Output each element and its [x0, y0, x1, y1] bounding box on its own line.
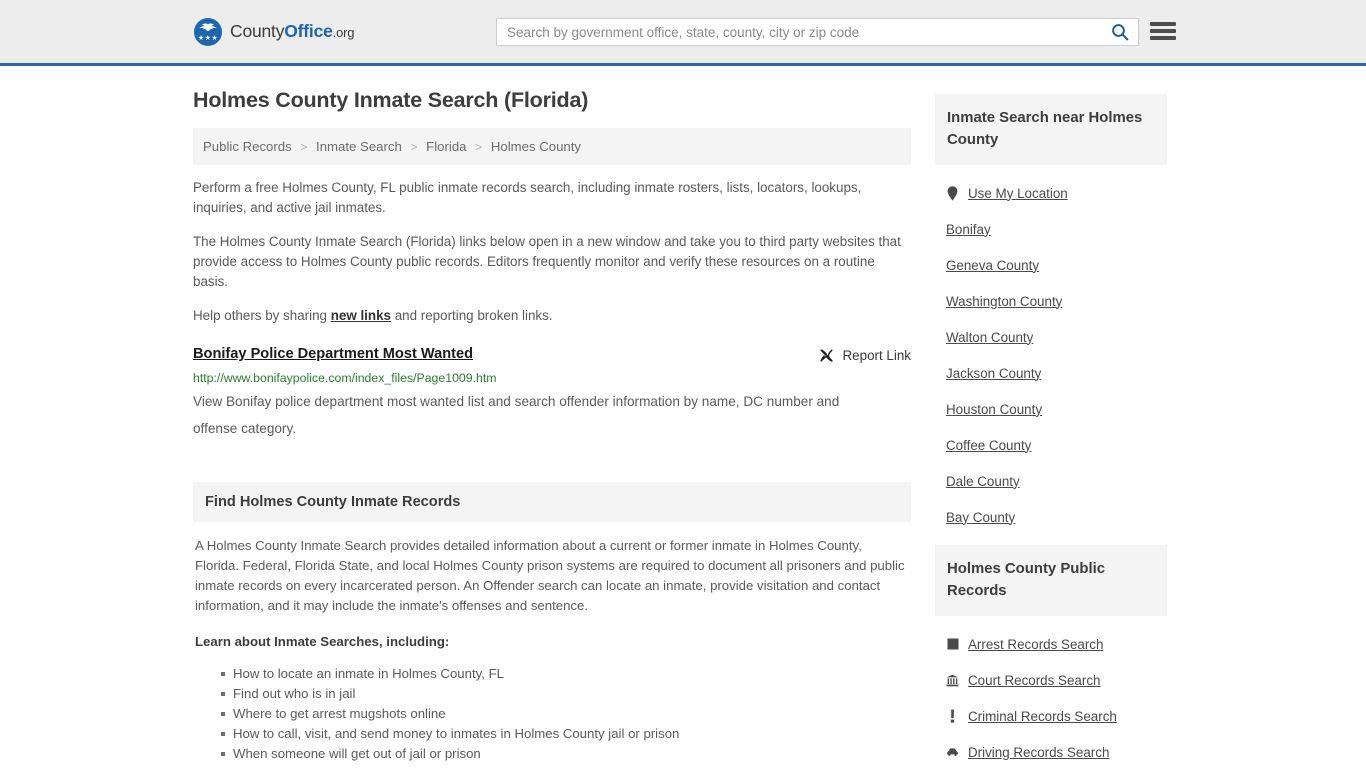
hamburger-menu-icon[interactable]: [1150, 20, 1176, 42]
new-links-link[interactable]: new links: [331, 308, 391, 323]
nearby-list: Use My Location Bonifay Geneva County Wa…: [935, 165, 1167, 535]
intro-paragraph-2: The Holmes County Inmate Search (Florida…: [193, 234, 901, 289]
sidebar-item-label[interactable]: Dale County: [946, 474, 1020, 489]
fingerprint-icon: [946, 636, 959, 652]
hamburger-bar: [1150, 29, 1176, 33]
hamburger-bar: [1150, 36, 1176, 40]
list-item: Where to get arrest mugshots online: [221, 704, 909, 724]
section-list-heading: Learn about Inmate Searches, including:: [195, 634, 450, 649]
breadcrumb-item-holmes-county[interactable]: Holmes County: [491, 139, 581, 154]
sidebar-item-walton-county[interactable]: Walton County: [935, 319, 1167, 355]
share-prefix: Help others by sharing: [193, 308, 331, 323]
list-item: Find out who is in jail: [221, 684, 909, 704]
sidebar-item-label[interactable]: Bay County: [946, 510, 1015, 525]
breadcrumb-item-public-records[interactable]: Public Records: [203, 139, 292, 154]
broken-link-icon: [819, 349, 833, 362]
sidebar-item-houston-county[interactable]: Houston County: [935, 391, 1167, 427]
sidebar-item-washington-county[interactable]: Washington County: [935, 283, 1167, 319]
site-logo[interactable]: ★★★ CountyOffice.org: [194, 17, 354, 46]
result-title-link[interactable]: Bonifay Police Department Most Wanted: [193, 346, 473, 362]
search-icon: [1112, 24, 1129, 41]
sidebar-item-label[interactable]: Geneva County: [946, 258, 1039, 273]
list-item: How to call, visit, and send money to in…: [221, 724, 909, 744]
intro-paragraph-1: Perform a free Holmes County, FL public …: [193, 180, 862, 215]
sidebar-item-dale-county[interactable]: Dale County: [935, 463, 1167, 499]
sidebar-item-label[interactable]: Court Records Search: [968, 673, 1100, 688]
sidebar-item-court-records-search[interactable]: Court Records Search: [935, 662, 1167, 698]
sidebar-item-bay-county[interactable]: Bay County: [935, 499, 1167, 535]
breadcrumb-item-florida[interactable]: Florida: [426, 139, 466, 154]
link-result: Bonifay Police Department Most Wanted Re…: [193, 346, 911, 442]
breadcrumb-item-inmate-search[interactable]: Inmate Search: [316, 139, 402, 154]
share-suffix: and reporting broken links.: [390, 308, 553, 323]
report-link-label: Report Link: [842, 348, 911, 363]
inmate-search-topics-list: How to locate an inmate in Holmes County…: [195, 664, 909, 764]
sidebar-item-label[interactable]: Coffee County: [946, 438, 1031, 453]
sidebar-item-coffee-county[interactable]: Coffee County: [935, 427, 1167, 463]
result-description: View Bonifay police department most want…: [193, 394, 840, 436]
sidebar-item-label[interactable]: Driving Records Search: [968, 745, 1109, 760]
sidebar-item-label[interactable]: Jackson County: [946, 366, 1041, 381]
sidebar-item-bonifay[interactable]: Bonifay: [935, 211, 1167, 247]
page-title: Holmes County Inmate Search (Florida): [193, 88, 589, 112]
search-bar[interactable]: [496, 18, 1139, 46]
eagle-shield-icon: ★★★: [194, 17, 222, 46]
sidebar-item-geneva-county[interactable]: Geneva County: [935, 247, 1167, 283]
sidebar-item-arrest-records-search[interactable]: Arrest Records Search: [935, 626, 1167, 662]
page-container: Holmes County Inmate Search (Florida) Pu…: [193, 66, 1173, 780]
logo-text-org: .org: [332, 25, 355, 40]
report-link-button[interactable]: Report Link: [818, 346, 911, 364]
intro-text: Perform a free Holmes County, FL public …: [193, 178, 911, 326]
courthouse-icon: [946, 672, 959, 688]
sidebar-item-label[interactable]: Houston County: [946, 402, 1042, 417]
sidebar-item-criminal-records-search[interactable]: Criminal Records Search: [935, 698, 1167, 734]
nearby-inmate-search-card: Inmate Search near Holmes County Use My …: [935, 94, 1167, 535]
nearby-heading: Inmate Search near Holmes County: [935, 94, 1167, 165]
public-records-card: Holmes County Public Records Arrest Reco…: [935, 545, 1167, 770]
sidebar-item-use-my-location[interactable]: Use My Location: [935, 175, 1167, 211]
logo-text-office: Office: [284, 21, 333, 41]
stars-glyph: ★★★: [197, 34, 219, 42]
public-records-heading: Holmes County Public Records: [935, 545, 1167, 616]
exclamation-icon: [946, 708, 959, 724]
section-paragraph: A Holmes County Inmate Search provides d…: [195, 538, 905, 613]
sidebar-item-driving-records-search[interactable]: Driving Records Search: [935, 734, 1167, 770]
sidebar-item-label[interactable]: Bonifay: [946, 222, 991, 237]
hamburger-bar: [1150, 22, 1176, 26]
breadcrumb-separator: >: [300, 140, 308, 154]
sidebar-item-label[interactable]: Walton County: [946, 330, 1033, 345]
main-column: Holmes County Inmate Search (Florida) Pu…: [193, 88, 911, 764]
site-header: ★★★ CountyOffice.org: [0, 0, 1366, 66]
list-item: How to locate an inmate in Holmes County…: [221, 664, 909, 684]
logo-text-county: County: [230, 21, 285, 41]
sidebar-item-jackson-county[interactable]: Jackson County: [935, 355, 1167, 391]
search-input[interactable]: [497, 19, 1102, 45]
sidebar-item-label[interactable]: Arrest Records Search: [968, 637, 1103, 652]
sidebar-item-label[interactable]: Washington County: [946, 294, 1062, 309]
sidebar-item-label[interactable]: Criminal Records Search: [968, 709, 1117, 724]
public-records-list: Arrest Records Search Court Records Sear…: [935, 616, 1167, 770]
share-paragraph: Help others by sharing new links and rep…: [193, 306, 911, 326]
sidebar: Inmate Search near Holmes County Use My …: [935, 88, 1167, 780]
car-icon: [946, 744, 959, 760]
breadcrumb-separator: >: [410, 140, 418, 154]
map-pin-icon: [946, 185, 959, 201]
breadcrumb-separator: >: [475, 140, 483, 154]
result-url: http://www.bonifaypolice.com/index_files…: [193, 371, 497, 385]
sidebar-item-label[interactable]: Use My Location: [968, 186, 1068, 201]
section-heading: Find Holmes County Inmate Records: [193, 482, 911, 522]
breadcrumb: Public Records > Inmate Search > Florida…: [193, 128, 911, 165]
site-logo-text: CountyOffice.org: [230, 21, 354, 42]
search-button[interactable]: [1102, 19, 1138, 45]
find-records-section: Find Holmes County Inmate Records A Holm…: [193, 482, 911, 764]
list-item: When someone will get out of jail or pri…: [221, 744, 909, 764]
eagle-icon: [199, 23, 217, 31]
